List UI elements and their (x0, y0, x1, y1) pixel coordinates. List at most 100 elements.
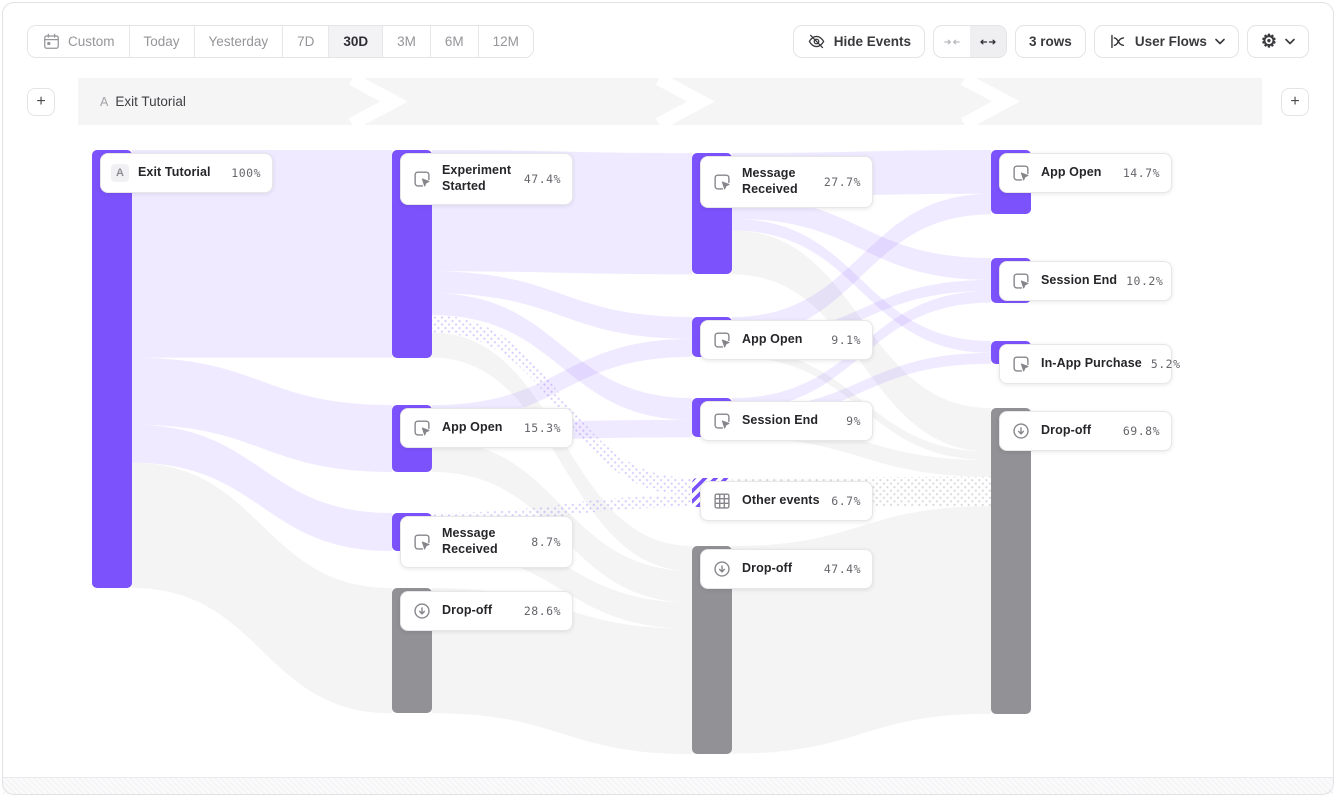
node-card-session-end-3[interactable]: Session End 9% (700, 401, 873, 441)
gear-icon: ⚙ (1261, 31, 1277, 52)
node-card-drop-off-2[interactable]: Drop-off 28.6% (400, 591, 573, 631)
date-range-yesterday[interactable]: Yesterday (195, 26, 284, 57)
add-step-before-button[interactable]: + (27, 88, 55, 116)
toolbar-right: Hide Events (793, 25, 1309, 58)
node-percent: 9.1% (831, 333, 861, 347)
event-cursor-icon (411, 531, 433, 553)
node-card-app-open-4[interactable]: App Open 14.7% (999, 153, 1172, 193)
toolbar: Custom Today Yesterday 7D 30D 3M 6M 12M Hide Ev… (27, 25, 1309, 58)
date-range-30d[interactable]: 30D (329, 26, 383, 57)
date-range-12m[interactable]: 12M (479, 26, 533, 57)
flow-link-exit-tutorial-to-app-open-2[interactable] (132, 358, 392, 472)
step-letter-badge: A (111, 164, 129, 182)
node-label: Exit Tutorial (138, 165, 222, 181)
node-card-experiment-started[interactable]: Experiment Started 47.4% (400, 153, 573, 205)
step-header-band: A Exit Tutorial (78, 78, 1262, 125)
node-percent: 6.7% (831, 494, 861, 508)
view-selector-label: User Flows (1135, 34, 1207, 49)
user-flows-app: Custom Today Yesterday 7D 30D 3M 6M 12M Hide Ev… (0, 0, 1336, 797)
add-step-after-button[interactable]: + (1281, 88, 1309, 116)
event-cursor-icon (711, 329, 733, 351)
node-percent: 47.4% (824, 562, 861, 576)
step-a-header[interactable]: A Exit Tutorial (100, 78, 186, 125)
node-label: App Open (742, 332, 822, 348)
grid-icon (711, 490, 733, 512)
drop-off-icon (411, 600, 433, 622)
node-card-drop-off-4[interactable]: Drop-off 69.8% (999, 411, 1172, 451)
node-card-message-received-2[interactable]: Message Received8.7% (400, 516, 573, 568)
node-percent: 47.4% (524, 172, 561, 186)
view-selector-button[interactable]: User Flows (1094, 25, 1239, 58)
node-card-drop-off-3[interactable]: Drop-off 47.4% (700, 549, 873, 589)
node-card-other-events-3[interactable]: Other events 6.7% (700, 481, 873, 521)
user-flows-icon (1108, 32, 1127, 51)
node-card-app-open-2[interactable]: App Open15.3% (400, 408, 573, 448)
node-card-exit-tutorial[interactable]: A Exit Tutorial 100% (100, 153, 273, 193)
settings-button[interactable]: ⚙ (1247, 25, 1309, 58)
rows-label: 3 rows (1029, 34, 1072, 49)
date-range-control: Custom Today Yesterday 7D 30D 3M 6M 12M (27, 25, 534, 58)
node-percent: 14.7% (1123, 166, 1160, 180)
chevron-down-icon (1285, 38, 1295, 45)
node-card-app-open-3[interactable]: App Open 9.1% (700, 320, 873, 360)
node-label: Session End (1041, 273, 1117, 289)
node-label: Drop-off (442, 603, 515, 619)
flow-link-experiment-started-to-session-end-3[interactable] (432, 293, 692, 420)
horizontal-scroll-track[interactable] (3, 778, 1333, 794)
node-label: Drop-off (742, 561, 815, 577)
drop-off-icon (711, 558, 733, 580)
date-range-3m[interactable]: 3M (383, 26, 431, 57)
flow-link-drop-off-3-to-drop-off-4[interactable] (732, 506, 991, 754)
node-bar-drop-off-4[interactable] (991, 408, 1031, 714)
node-percent: 28.6% (524, 604, 561, 618)
date-range-custom[interactable]: Custom (28, 26, 130, 57)
flow-link-experiment-started-to-other-events-3[interactable] (432, 315, 692, 495)
event-cursor-icon (711, 171, 733, 193)
date-range-label: Yesterday (209, 34, 269, 49)
node-card-in-app-purchase-4[interactable]: In-App Purchase5.2% (999, 344, 1172, 384)
date-range-label: 6M (445, 34, 464, 49)
node-percent: 69.8% (1123, 424, 1160, 438)
node-percent: 100% (231, 166, 261, 180)
date-range-label: Custom (68, 34, 115, 49)
date-range-label: 7D (297, 34, 314, 49)
chevron-down-icon (1215, 38, 1225, 45)
node-percent: 10.2% (1126, 274, 1163, 288)
node-label: Experiment Started (442, 163, 515, 194)
flow-link-app-open-3-to-app-open-4[interactable] (732, 194, 991, 338)
flow-link-exit-tutorial-to-drop-off-2[interactable] (132, 463, 392, 714)
expand-columns-button[interactable] (970, 26, 1006, 57)
event-cursor-icon (1010, 270, 1032, 292)
date-range-label: 3M (397, 34, 416, 49)
node-label: Session End (742, 413, 837, 429)
node-label: App Open (442, 420, 515, 436)
column-width-toggle (933, 25, 1007, 58)
node-label: Drop-off (1041, 423, 1114, 439)
node-label: In-App Purchase (1041, 356, 1142, 372)
drop-off-icon (1010, 420, 1032, 442)
node-label: App Open (1041, 165, 1114, 181)
node-percent: 9% (846, 414, 861, 428)
flow-link-experiment-started-to-app-open-3[interactable] (432, 271, 692, 339)
node-label: Other events (742, 493, 822, 509)
event-cursor-icon (711, 410, 733, 432)
event-cursor-icon (1010, 353, 1032, 375)
step-badge: A (100, 95, 108, 109)
flow-link-exit-tutorial-to-message-received-2[interactable] (132, 425, 392, 551)
date-range-6m[interactable]: 6M (431, 26, 479, 57)
node-card-session-end-4[interactable]: Session End 10.2% (999, 261, 1172, 301)
arrows-expand-icon (979, 33, 997, 51)
node-card-message-received-3[interactable]: Message Received27.7% (700, 156, 873, 208)
date-range-label: Today (144, 34, 180, 49)
node-percent: 27.7% (824, 175, 861, 189)
flow-link-message-received-3-to-session-end-4[interactable] (732, 197, 991, 280)
node-bar-exit-tutorial[interactable] (92, 150, 132, 588)
node-percent: 8.7% (531, 535, 561, 549)
hide-events-button[interactable]: Hide Events (793, 25, 925, 58)
event-cursor-icon (411, 417, 433, 439)
step-label: Exit Tutorial (115, 94, 186, 109)
date-range-7d[interactable]: 7D (283, 26, 329, 57)
rows-button[interactable]: 3 rows (1015, 25, 1086, 58)
collapse-columns-button[interactable] (934, 26, 970, 57)
date-range-today[interactable]: Today (130, 26, 195, 57)
